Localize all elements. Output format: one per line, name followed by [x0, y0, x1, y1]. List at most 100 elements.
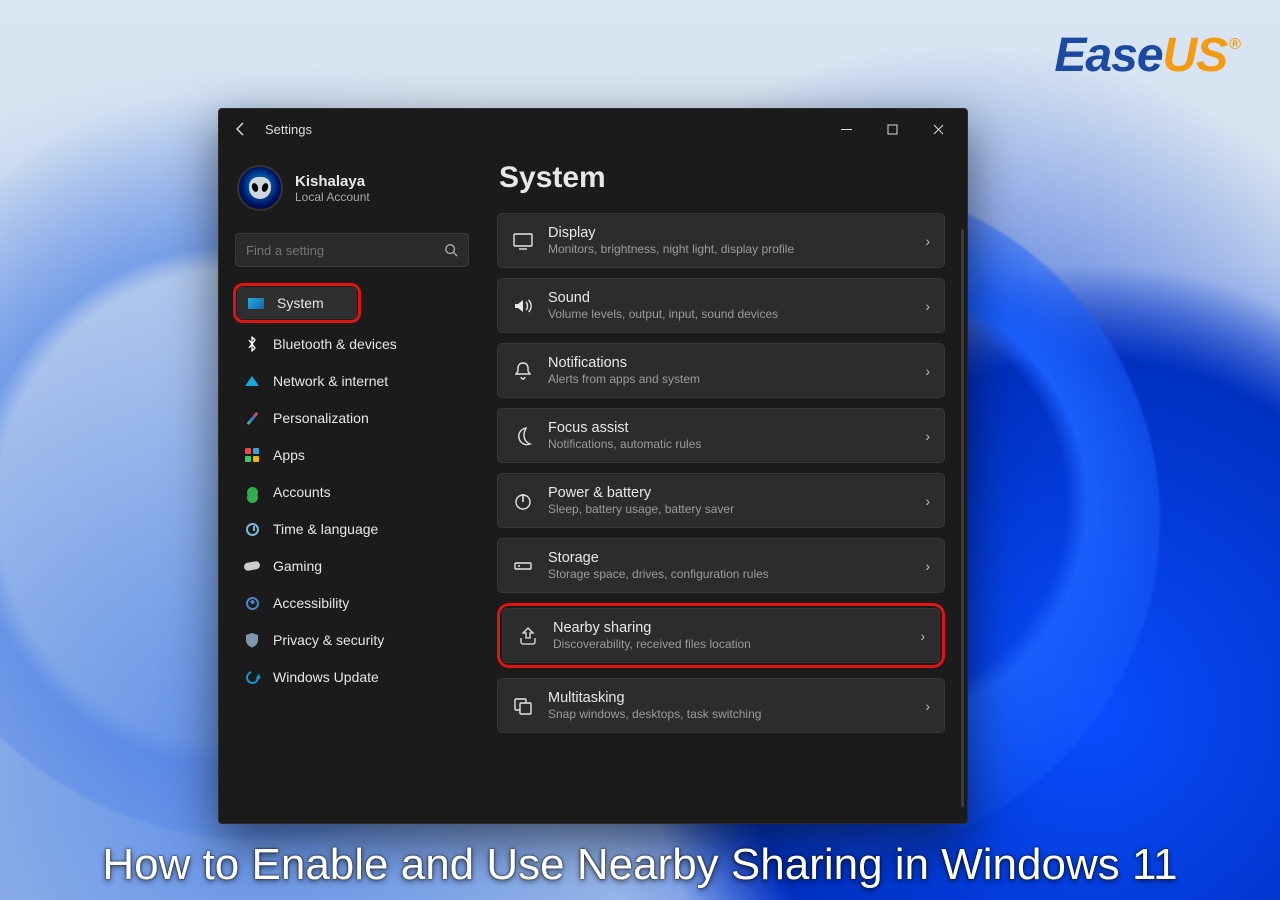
chevron-right-icon: › [925, 428, 930, 444]
chevron-right-icon: › [925, 298, 930, 314]
card-sound[interactable]: SoundVolume levels, output, input, sound… [497, 278, 945, 333]
nav-accessibility[interactable]: Accessibility [233, 585, 471, 621]
card-storage[interactable]: StorageStorage space, drives, configurat… [497, 538, 945, 593]
card-sub: Notifications, automatic rules [548, 437, 911, 451]
nav-network[interactable]: Network & internet [233, 363, 471, 399]
share-icon [517, 625, 539, 647]
card-display[interactable]: DisplayMonitors, brightness, night light… [497, 213, 945, 268]
wifi-icon [243, 372, 261, 390]
apps-icon [243, 446, 261, 464]
titlebar: Settings [219, 109, 967, 149]
chevron-right-icon: › [925, 233, 930, 249]
bluetooth-icon [243, 335, 261, 353]
card-nearby-sharing[interactable]: Nearby sharingDiscoverability, received … [502, 608, 940, 663]
card-title: Notifications [548, 355, 911, 371]
card-sub: Monitors, brightness, night light, displ… [548, 242, 911, 256]
nav-accounts[interactable]: Accounts [233, 474, 471, 510]
nav-apps[interactable]: Apps [233, 437, 471, 473]
chevron-right-icon: › [925, 558, 930, 574]
moon-icon [512, 425, 534, 447]
nav-label: System [277, 295, 324, 311]
card-sub: Volume levels, output, input, sound devi… [548, 307, 911, 321]
nav-label: Gaming [273, 558, 322, 574]
card-multitasking[interactable]: MultitaskingSnap windows, desktops, task… [497, 678, 945, 733]
person-icon [243, 483, 261, 501]
sidebar: Kishalaya Local Account System [219, 149, 481, 823]
display-icon [512, 230, 534, 252]
nav-system[interactable]: System [237, 287, 357, 319]
chevron-right-icon: › [920, 628, 925, 644]
chevron-right-icon: › [925, 493, 930, 509]
search-icon [444, 243, 458, 257]
nav-list: System Bluetooth & devices Network & int… [233, 283, 471, 695]
nav-privacy[interactable]: Privacy & security [233, 622, 471, 658]
settings-card-list: DisplayMonitors, brightness, night light… [491, 213, 947, 733]
brand-part1: Ease [1054, 28, 1162, 83]
nav-gaming[interactable]: Gaming [233, 548, 471, 584]
card-title: Sound [548, 290, 911, 306]
brand-registered: ® [1229, 36, 1240, 54]
chevron-right-icon: › [925, 698, 930, 714]
card-title: Nearby sharing [553, 620, 906, 636]
storage-icon [512, 555, 534, 577]
clock-icon [243, 520, 261, 538]
card-sub: Storage space, drives, configuration rul… [548, 567, 911, 581]
avatar [237, 165, 283, 211]
profile-block[interactable]: Kishalaya Local Account [233, 155, 471, 229]
page-heading: System [499, 161, 947, 195]
nav-update[interactable]: Windows Update [233, 659, 471, 695]
nav-label: Network & internet [273, 373, 388, 389]
card-sub: Alerts from apps and system [548, 372, 911, 386]
update-icon [243, 668, 261, 686]
article-caption: How to Enable and Use Nearby Sharing in … [0, 840, 1280, 890]
profile-sub: Local Account [295, 190, 370, 204]
bell-icon [512, 360, 534, 382]
nav-label: Bluetooth & devices [273, 336, 397, 352]
card-focus[interactable]: Focus assistNotifications, automatic rul… [497, 408, 945, 463]
highlight-system: System [233, 283, 361, 323]
card-title: Focus assist [548, 420, 911, 436]
nav-label: Time & language [273, 521, 378, 537]
card-sub: Discoverability, received files location [553, 637, 906, 651]
nav-time[interactable]: Time & language [233, 511, 471, 547]
card-sub: Sleep, battery usage, battery saver [548, 502, 911, 516]
card-power[interactable]: Power & batterySleep, battery usage, bat… [497, 473, 945, 528]
minimize-button[interactable] [823, 113, 869, 145]
back-button[interactable] [233, 121, 255, 137]
card-title: Power & battery [548, 485, 911, 501]
card-notifications[interactable]: NotificationsAlerts from apps and system… [497, 343, 945, 398]
accessibility-icon [243, 594, 261, 612]
power-icon [512, 490, 534, 512]
nav-label: Accounts [273, 484, 331, 500]
nav-label: Personalization [273, 410, 369, 426]
nav-personalization[interactable]: Personalization [233, 400, 471, 436]
gamepad-icon [242, 556, 263, 577]
chevron-right-icon: › [925, 363, 930, 379]
card-title: Multitasking [548, 690, 911, 706]
maximize-button[interactable] [869, 113, 915, 145]
easeus-logo: EaseUS® [1054, 28, 1240, 83]
brand-part2: US [1163, 28, 1228, 83]
search-input[interactable] [246, 243, 444, 258]
sound-icon [512, 295, 534, 317]
search-box[interactable] [235, 233, 469, 267]
close-button[interactable] [915, 113, 961, 145]
nav-label: Apps [273, 447, 305, 463]
nav-label: Windows Update [273, 669, 379, 685]
brush-icon [243, 409, 261, 427]
nav-label: Accessibility [273, 595, 349, 611]
settings-window: Settings Kishalaya Local Account [218, 108, 968, 824]
main-pane: System DisplayMonitors, brightness, nigh… [481, 149, 967, 823]
nav-bluetooth[interactable]: Bluetooth & devices [233, 326, 471, 362]
nav-label: Privacy & security [273, 632, 384, 648]
profile-name: Kishalaya [295, 173, 370, 190]
card-title: Storage [548, 550, 911, 566]
card-sub: Snap windows, desktops, task switching [548, 707, 911, 721]
highlight-nearby: Nearby sharingDiscoverability, received … [497, 603, 945, 668]
multitask-icon [512, 695, 534, 717]
shield-icon [243, 631, 261, 649]
card-title: Display [548, 225, 911, 241]
scrollbar[interactable] [961, 229, 964, 807]
system-icon [247, 294, 265, 312]
window-title: Settings [265, 122, 312, 137]
